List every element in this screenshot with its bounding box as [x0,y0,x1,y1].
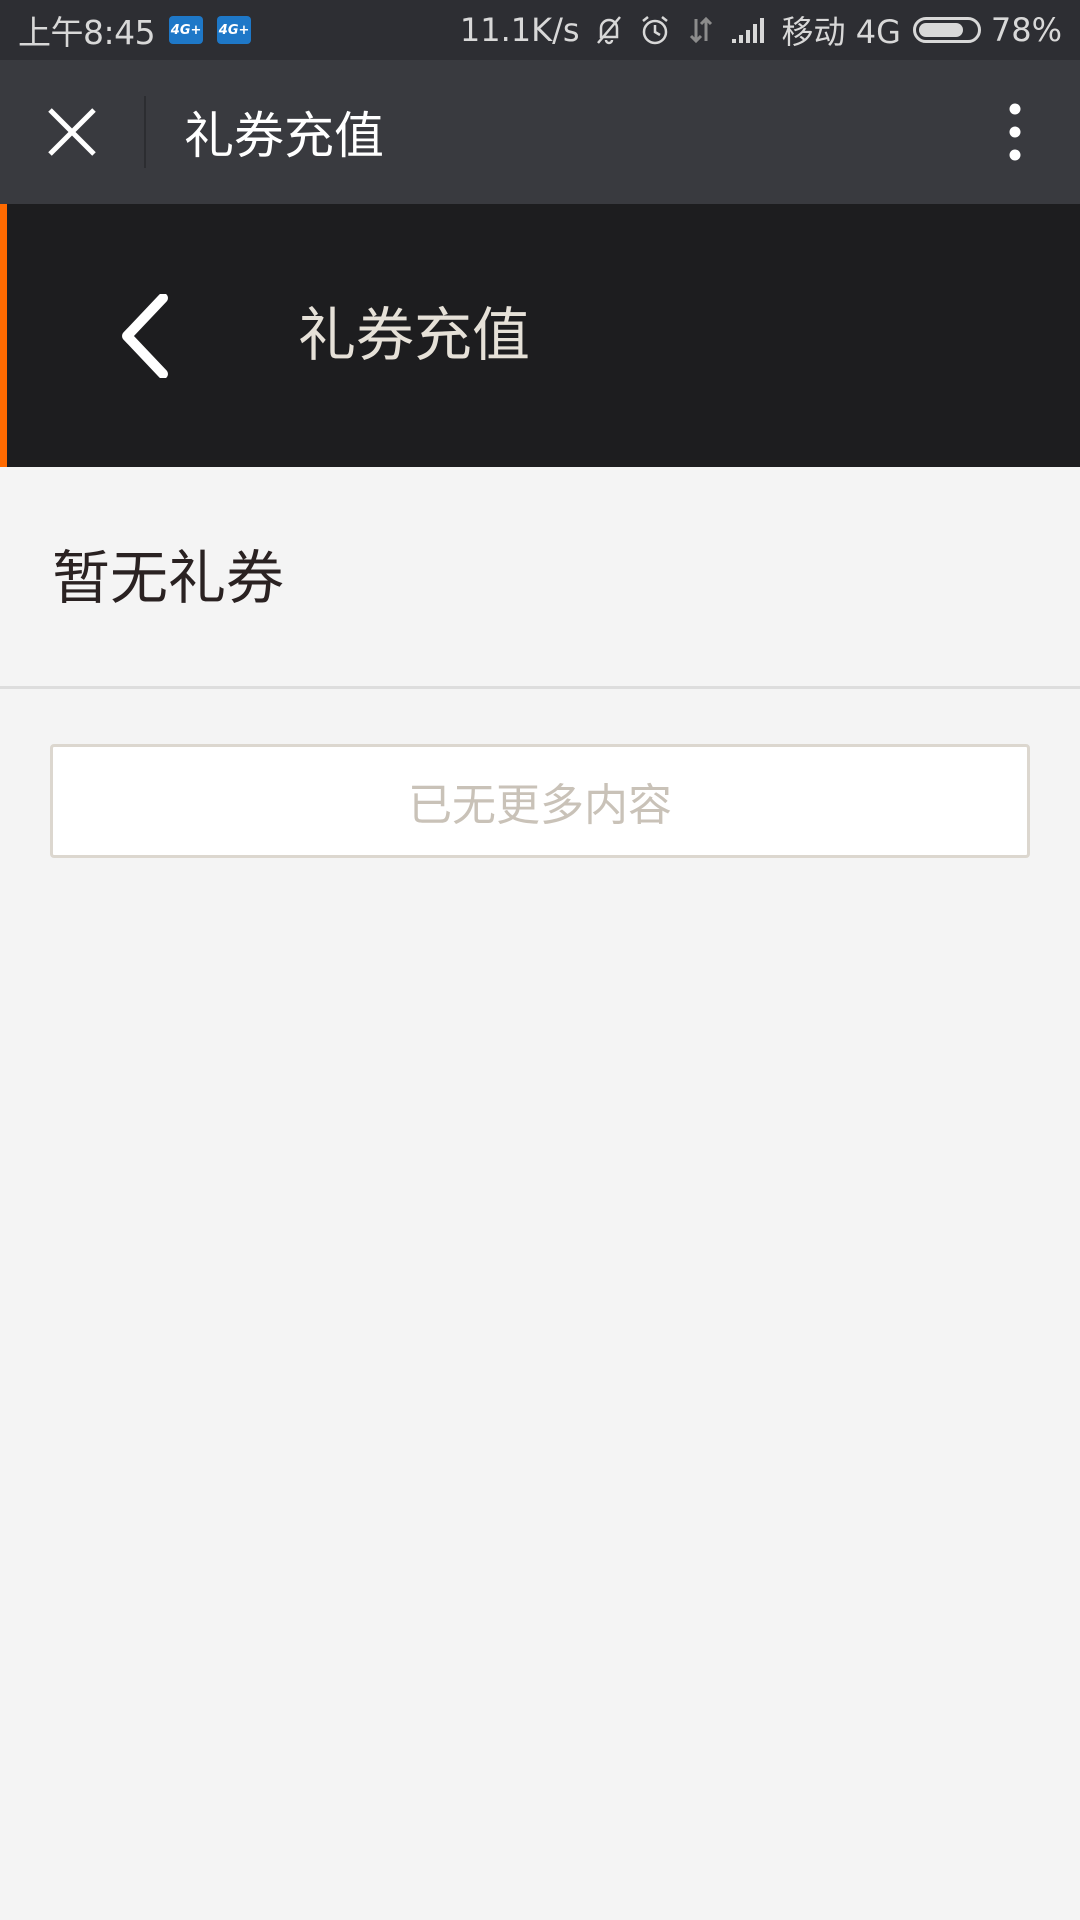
carrier-label: 移动 4G [781,13,901,51]
close-icon [48,108,96,156]
status-bar-left: 上午8:45 4G+ 4G+ [18,6,252,54]
no-more-content-box: 已无更多内容 [50,744,1030,858]
status-bar-right: 11.1K/s 移动 4G 78% [448,7,1062,53]
top-bar-title: 礼券充值 [184,107,384,165]
mute-bell-icon [592,13,626,47]
alarm-icon [638,13,672,47]
back-button[interactable] [100,286,190,386]
close-button[interactable] [0,60,144,204]
app-top-bar: 礼券充值 [0,60,1080,204]
status-bar: 上午8:45 4G+ 4G+ 11.1K/s 移动 4G 78% [0,0,1080,60]
network-badge-icon: 4G+ [217,16,252,44]
header-accent-bar [0,204,7,467]
empty-message: 暂无礼券 [52,544,285,612]
chevron-left-icon [122,294,168,378]
data-arrows-icon [684,13,718,47]
no-more-label: 已无更多内容 [408,780,672,831]
network-speed: 11.1K/s [459,11,580,49]
coupon-list-empty: 暂无礼券 [0,467,1080,689]
network-badge-icon: 4G+ [169,16,204,44]
battery-level-fill [918,23,963,37]
battery-icon [912,17,981,43]
more-vertical-icon [1009,103,1021,161]
status-time: 上午8:45 [18,13,156,52]
battery-percent: 78% [990,11,1062,49]
page-title: 礼券充值 [298,301,531,369]
top-bar-divider [144,96,146,168]
page-header: 礼券充值 [0,204,1080,467]
signal-icon [730,13,770,47]
more-options-button[interactable] [950,60,1080,204]
